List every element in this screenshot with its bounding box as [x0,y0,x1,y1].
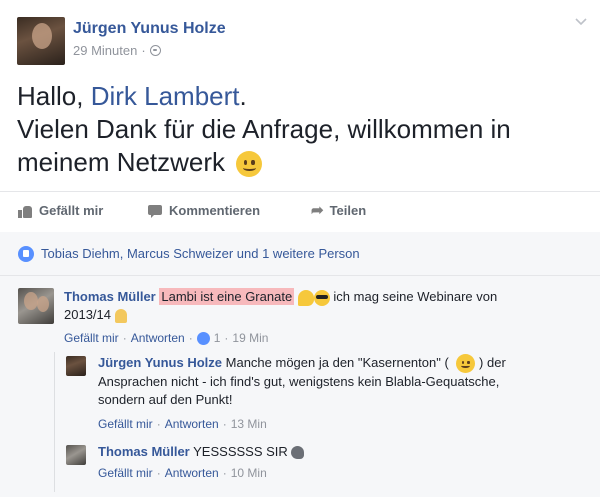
reply-thread-line [54,352,55,492]
reply-timestamp[interactable]: 13 Min [231,417,267,431]
comment-button[interactable]: Kommentieren [148,203,311,218]
comment-author[interactable]: Thomas Müller [64,289,156,304]
reply-actions: Gefällt mir · Antworten · 13 Min [98,417,267,431]
post-author-name[interactable]: Jürgen Yunus Holze [73,20,226,38]
reply-reply-link[interactable]: Antworten [165,417,219,431]
praying-hands-icon [114,308,127,323]
smiley-icon [236,151,263,178]
thumbs-up-icon [18,204,33,218]
commenter-avatar[interactable] [18,288,54,324]
reply-actions: Gefällt mir · Antworten · 10 Min [98,466,267,480]
highlighted-text: Lambi ist eine Granate [159,288,295,305]
comment-text: Thomas Müller Lambi ist eine Granate ich… [64,288,498,323]
like-count[interactable]: 1 [214,331,221,345]
divider [0,191,600,192]
facebook-post: Jürgen Yunus Holze 29 Minuten · Hallo, D… [0,0,600,497]
flexed-biceps-icon [297,289,314,306]
like-count-icon [196,331,210,345]
chevron-down-icon[interactable] [574,14,588,28]
comments-section: Thomas Müller Lambi ist eine Granate ich… [0,276,600,497]
reply-timestamp[interactable]: 10 Min [231,466,267,480]
reply-avatar[interactable] [66,356,86,376]
reply-author[interactable]: Thomas Müller [98,444,190,459]
comment-actions: Gefällt mir · Antworten · 1 · 19 Min [64,331,269,345]
sunglasses-face-icon [313,289,330,306]
reply-avatar[interactable] [66,445,86,465]
post-line-3: meinem Netzwerk [17,147,226,177]
reply-author[interactable]: Jürgen Yunus Holze [98,355,222,370]
comment-reply-link[interactable]: Antworten [131,331,185,345]
reply-text: Jürgen Yunus Holze Manche mögen ja den "… [98,354,506,408]
post-body: Hallo, Dirk Lambert. Vielen Dank für die… [17,80,587,179]
post-meta: 29 Minuten · [73,43,161,58]
reply-like-link[interactable]: Gefällt mir [98,466,153,480]
post-action-bar: Gefällt mir Kommentieren ➦ Teilen [18,203,366,218]
comment-like-link[interactable]: Gefällt mir [64,331,119,345]
globe-icon [149,45,161,56]
greeting-text: Hallo, [17,81,91,111]
post-timestamp[interactable]: 29 Minuten [73,43,137,58]
comment-icon [148,204,163,218]
share-arrow-icon: ➦ [311,201,324,219]
mention-link[interactable]: Dirk Lambert [91,81,240,111]
reactions-summary: Tobias Diehm, Marcus Schweizer und 1 wei… [0,232,600,276]
like-reaction-icon [18,246,34,262]
share-button[interactable]: ➦ Teilen [311,201,366,219]
author-avatar[interactable] [17,17,65,65]
smiley-icon [456,354,476,374]
reply-reply-link[interactable]: Antworten [165,466,219,480]
reply-like-link[interactable]: Gefällt mir [98,417,153,431]
speaking-head-icon [291,446,305,460]
likers-link[interactable]: Tobias Diehm, Marcus Schweizer und 1 wei… [41,246,360,261]
comment-timestamp[interactable]: 19 Min [232,331,268,345]
like-button[interactable]: Gefällt mir [18,203,148,218]
post-line-2: Vielen Dank für die Anfrage, willkommen … [17,114,511,144]
reply-text: Thomas Müller YESSSSSS SIR [98,443,568,461]
